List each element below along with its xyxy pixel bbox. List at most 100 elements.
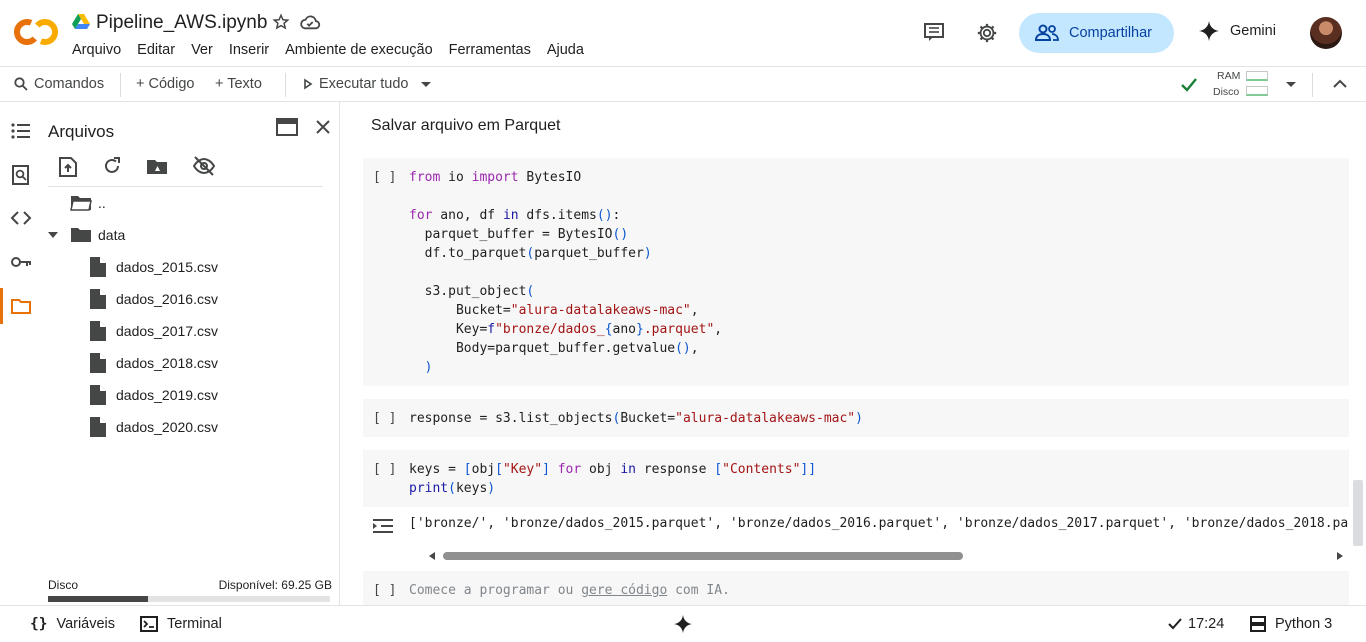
file-item[interactable]: dados_2016.csv bbox=[90, 286, 218, 312]
drive-icon bbox=[72, 14, 90, 30]
toolbar-divider bbox=[285, 73, 286, 97]
terminal-label: Terminal bbox=[167, 616, 222, 632]
folder-label: data bbox=[98, 227, 126, 243]
menu-ferramentas[interactable]: Ferramentas bbox=[449, 42, 531, 58]
main-menu: Arquivo Editar Ver Inserir Ambiente de e… bbox=[72, 42, 600, 58]
top-bar: Pipeline_AWS.ipynb Arquivo Editar Ver In… bbox=[0, 0, 1366, 66]
placeholder-prefix: Comece a programar ou bbox=[409, 583, 582, 598]
vertical-scrollbar[interactable] bbox=[1353, 480, 1363, 546]
scroll-left-icon[interactable] bbox=[429, 552, 435, 560]
terminal-icon bbox=[140, 616, 158, 632]
code-editor[interactable]: from io import BytesIO for ano, df in df… bbox=[409, 168, 722, 377]
comments-icon[interactable] bbox=[923, 22, 945, 42]
gemini-button[interactable]: Gemini bbox=[1198, 20, 1276, 42]
notebook-title[interactable]: Pipeline_AWS.ipynb bbox=[96, 12, 267, 34]
code-editor[interactable]: response = s3.list_objects(Bucket="alura… bbox=[409, 409, 863, 428]
colab-logo[interactable] bbox=[14, 14, 58, 50]
generate-code-link[interactable]: gere código bbox=[581, 583, 667, 598]
secrets-key-icon[interactable] bbox=[10, 251, 32, 273]
toolbar-divider bbox=[120, 73, 121, 97]
last-run-status[interactable]: 17:24 bbox=[1168, 616, 1224, 632]
menu-inserir[interactable]: Inserir bbox=[229, 42, 269, 58]
run-cell-button[interactable]: [ ] bbox=[373, 170, 396, 185]
code-editor[interactable]: keys = [obj["Key"] for obj in response [… bbox=[409, 460, 816, 498]
code-cell[interactable]: [ ] response = s3.list_objects(Bucket="a… bbox=[363, 399, 1349, 437]
runtime-info[interactable]: Python 3 bbox=[1250, 616, 1332, 632]
output-actions-icon[interactable] bbox=[372, 517, 394, 535]
code-placeholder[interactable]: Comece a programar ou gere código com IA… bbox=[409, 581, 730, 600]
add-text-button[interactable]: + Texto bbox=[215, 76, 262, 92]
status-bar: {} Variáveis Terminal 17:24 Python 3 bbox=[0, 605, 1366, 642]
active-indicator bbox=[0, 288, 3, 324]
code-cell[interactable]: [ ] Comece a programar ou gere código co… bbox=[363, 571, 1349, 605]
files-folder-icon[interactable] bbox=[10, 295, 32, 317]
table-of-contents-icon[interactable] bbox=[10, 120, 32, 142]
run-all-button[interactable]: Executar tudo bbox=[303, 76, 408, 92]
panel-tab-icon[interactable] bbox=[276, 118, 298, 136]
toolbar-divider bbox=[1312, 73, 1313, 97]
hidden-files-eye-icon[interactable] bbox=[192, 156, 216, 176]
folder-icon bbox=[70, 226, 92, 244]
collapse-chevron-up-icon[interactable] bbox=[1333, 79, 1347, 89]
menu-editar[interactable]: Editar bbox=[137, 42, 175, 58]
file-icon bbox=[90, 385, 106, 405]
file-item[interactable]: dados_2017.csv bbox=[90, 318, 218, 344]
file-item[interactable]: dados_2015.csv bbox=[90, 254, 218, 280]
file-item[interactable]: dados_2019.csv bbox=[90, 382, 218, 408]
upload-file-icon[interactable] bbox=[58, 156, 78, 178]
resources-dropdown-icon[interactable] bbox=[1285, 81, 1297, 89]
menu-ambiente[interactable]: Ambiente de execução bbox=[285, 42, 433, 58]
terminal-button[interactable]: Terminal bbox=[140, 616, 222, 632]
file-name: dados_2017.csv bbox=[116, 323, 218, 339]
close-icon[interactable] bbox=[315, 119, 331, 135]
menu-ver[interactable]: Ver bbox=[191, 42, 213, 58]
file-item[interactable]: dados_2018.csv bbox=[90, 350, 218, 376]
output-text: ['bronze/', 'bronze/dados_2015.parquet',… bbox=[409, 516, 1349, 531]
file-name: dados_2018.csv bbox=[116, 355, 218, 371]
panel-divider bbox=[48, 186, 323, 187]
share-button[interactable]: Compartilhar bbox=[1019, 13, 1174, 53]
mount-drive-icon[interactable] bbox=[146, 157, 168, 175]
run-all-dropdown-icon[interactable] bbox=[420, 81, 432, 89]
disk-label: Disco bbox=[1213, 86, 1240, 98]
horizontal-scrollbar[interactable] bbox=[429, 551, 1349, 561]
placeholder-suffix: com IA. bbox=[667, 583, 730, 598]
gemini-sparkle-icon[interactable] bbox=[673, 614, 693, 634]
settings-gear-icon[interactable] bbox=[976, 22, 998, 44]
horizontal-scroll-thumb[interactable] bbox=[443, 552, 963, 560]
play-icon bbox=[303, 78, 313, 90]
run-cell-button[interactable]: [ ] bbox=[373, 462, 396, 477]
star-icon[interactable] bbox=[272, 13, 290, 31]
disk-usage-fill bbox=[48, 596, 148, 602]
disk-usage-label: Disco bbox=[48, 578, 79, 592]
text-cell[interactable]: Salvar arquivo em Parquet bbox=[371, 117, 560, 135]
check-icon bbox=[1168, 618, 1182, 630]
connected-check-icon[interactable] bbox=[1180, 77, 1198, 93]
refresh-icon[interactable] bbox=[102, 156, 122, 176]
cloud-saved-icon[interactable] bbox=[299, 13, 321, 31]
file-item[interactable]: dados_2020.csv bbox=[90, 414, 218, 440]
run-cell-button[interactable]: [ ] bbox=[373, 583, 396, 598]
run-cell-button[interactable]: [ ] bbox=[373, 411, 396, 426]
code-cell[interactable]: [ ] keys = [obj["Key"] for obj in respon… bbox=[363, 450, 1349, 507]
user-avatar[interactable] bbox=[1310, 17, 1342, 49]
add-code-button[interactable]: + Código bbox=[136, 76, 194, 92]
files-panel: Arquivos .. data dados_2015.csv dados_20… bbox=[40, 102, 340, 605]
folder-data[interactable]: data bbox=[48, 222, 125, 248]
menu-ajuda[interactable]: Ajuda bbox=[547, 42, 584, 58]
commands-button[interactable]: Comandos bbox=[14, 76, 104, 92]
people-icon bbox=[1035, 24, 1059, 42]
parent-directory[interactable]: .. bbox=[70, 190, 106, 216]
braces-icon: {} bbox=[30, 616, 48, 632]
expand-arrow-icon[interactable] bbox=[48, 231, 58, 239]
scroll-right-icon[interactable] bbox=[1337, 552, 1343, 560]
code-cell[interactable]: [ ] from io import BytesIO for ano, df i… bbox=[363, 158, 1349, 386]
cell-output: ['bronze/', 'bronze/dados_2015.parquet',… bbox=[363, 507, 1349, 561]
find-replace-icon[interactable] bbox=[10, 164, 32, 186]
disk-meter bbox=[1246, 86, 1268, 96]
disk-available: Disponível: 69.25 GB bbox=[218, 578, 332, 592]
share-label: Compartilhar bbox=[1069, 25, 1152, 41]
menu-arquivo[interactable]: Arquivo bbox=[72, 42, 121, 58]
code-snippets-icon[interactable] bbox=[10, 207, 32, 229]
variables-button[interactable]: {} Variáveis bbox=[30, 616, 115, 632]
